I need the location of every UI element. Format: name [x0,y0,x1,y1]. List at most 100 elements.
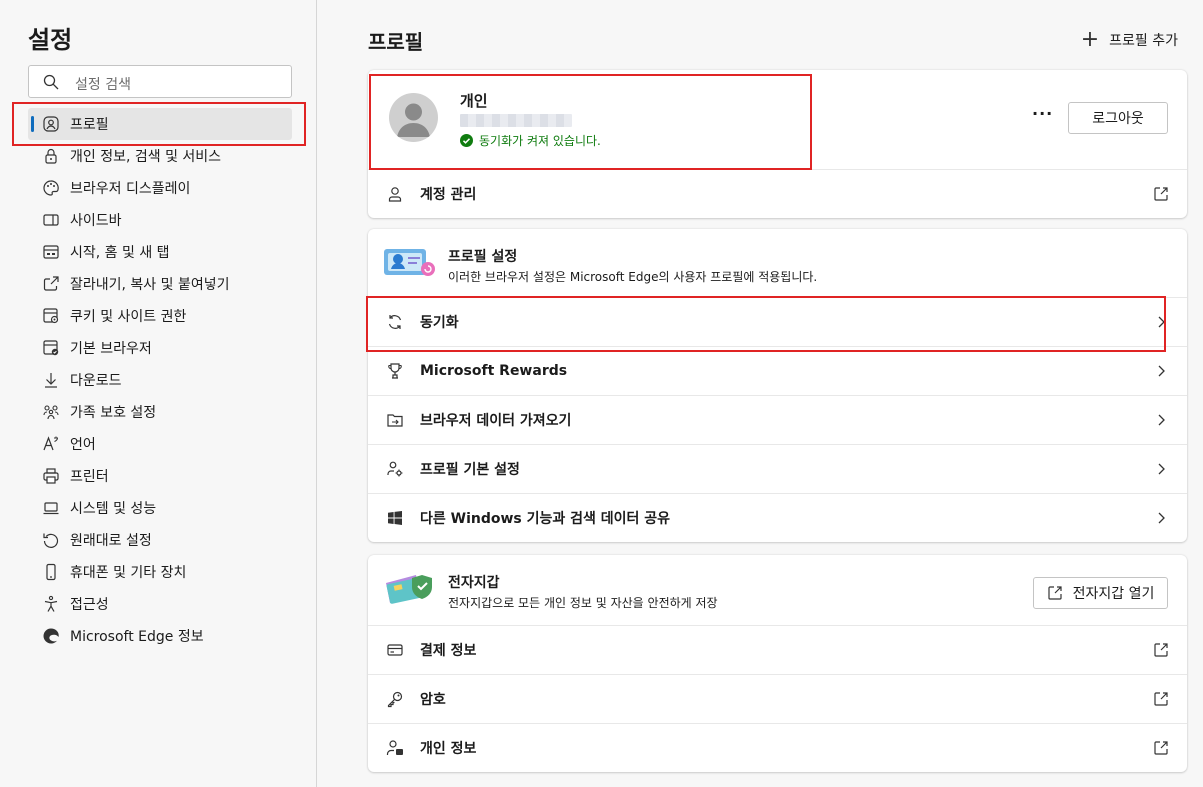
passwords-label: 암호 [420,692,446,708]
rewards-label: Microsoft Rewards [420,363,568,379]
sidebar-item-sidebar[interactable]: 사이드바 [28,204,292,236]
chevron-right-icon [1158,512,1165,524]
download-icon [42,371,60,389]
sidebar-item-languages[interactable]: 언어 [28,428,292,460]
external-link-icon [1154,643,1168,657]
manage-account-row[interactable]: 계정 관리 [368,169,1187,218]
sidebar-item-label: 프로필 [70,117,109,133]
sidebar-item-phone[interactable]: 휴대폰 및 기타 장치 [28,556,292,588]
reset-icon [42,531,60,549]
sidebar-item-label: 쿠키 및 사이트 권한 [70,309,187,325]
check-circle-icon [460,134,473,147]
payment-info-label: 결제 정보 [420,643,477,659]
profile-preferences-icon [386,460,404,478]
external-link-icon [1154,741,1168,755]
add-profile-label: 프로필 추가 [1109,33,1178,49]
wallet-header: 전자지갑 전자지갑으로 모든 개인 정보 및 자산을 안전하게 저장 전자지갑 … [368,555,1187,625]
rewards-row[interactable]: Microsoft Rewards [368,346,1187,395]
edge-icon [42,627,60,645]
family-icon [42,403,60,421]
profile-settings-header: 프로필 설정 이러한 브라우저 설정은 Microsoft Edge의 사용자 … [368,229,1187,297]
profile-header: 개인 동기화가 켜져 있습니다. ··· 로그아웃 [368,70,1187,169]
sidebar-item-default-browser[interactable]: 기본 브라우저 [28,332,292,364]
sidebar-item-accessibility[interactable]: 접근성 [28,588,292,620]
share-icon [42,275,60,293]
accessibility-icon [42,595,60,613]
profile-preferences-row[interactable]: 프로필 기본 설정 [368,444,1187,493]
external-link-icon [1154,692,1168,706]
sidebar-item-system[interactable]: 시스템 및 성능 [28,492,292,524]
sidebar-item-start-home[interactable]: 시작, 홈 및 새 탭 [28,236,292,268]
windows-share-row[interactable]: 다른 Windows 기능과 검색 데이터 공유 [368,493,1187,542]
sidebar-item-privacy[interactable]: 개인 정보, 검색 및 서비스 [28,140,292,172]
logout-button[interactable]: 로그아웃 [1068,102,1168,134]
sync-status: 동기화가 켜져 있습니다. [460,132,601,149]
profile-settings-desc: 이러한 브라우저 설정은 Microsoft Edge의 사용자 프로필에 적용… [448,270,818,284]
sidebar-item-appearance[interactable]: 브라우저 디스플레이 [28,172,292,204]
sync-status-text: 동기화가 켜져 있습니다. [479,134,601,148]
chevron-right-icon [1158,365,1165,377]
open-wallet-button[interactable]: 전자지갑 열기 [1033,577,1168,609]
sidebar-item-label: Microsoft Edge 정보 [70,629,204,645]
home-tab-icon [42,243,60,261]
sidebar-item-label: 언어 [70,437,96,453]
personal-info-row[interactable]: 개인 정보 [368,723,1187,772]
sidebar-item-profile[interactable]: 프로필 [28,108,292,140]
page-title: 프로필 [368,30,424,54]
search-input[interactable]: 설정 검색 [28,65,292,98]
person-icon [386,185,404,203]
profile-name: 개인 [460,92,488,110]
manage-account-label: 계정 관리 [420,187,477,203]
sidebar-item-label: 개인 정보, 검색 및 서비스 [70,149,222,165]
wallet-desc: 전자지갑으로 모든 개인 정보 및 자산을 안전하게 저장 [448,596,718,610]
sidebar-icon [42,211,60,229]
sidebar-item-downloads[interactable]: 다운로드 [28,364,292,396]
open-wallet-label: 전자지갑 열기 [1072,586,1155,602]
phone-icon [42,563,60,581]
external-link-icon [1048,586,1062,600]
sidebar-item-label: 접근성 [70,597,109,613]
payment-info-row[interactable]: 결제 정보 [368,625,1187,674]
laptop-icon [42,499,60,517]
browser-icon [42,339,60,357]
wallet-card: 전자지갑 전자지갑으로 모든 개인 정보 및 자산을 안전하게 저장 전자지갑 … [368,555,1187,772]
profile-settings-card: 프로필 설정 이러한 브라우저 설정은 Microsoft Edge의 사용자 … [368,229,1187,542]
add-profile-button[interactable]: + 프로필 추가 [1081,29,1178,51]
printer-icon [42,467,60,485]
sidebar: 설정 설정 검색 프로필 개인 정보, 검색 및 서비스 브라우저 디스플레이 … [0,0,317,787]
lock-icon [42,147,60,165]
wallet-title: 전자지갑 [448,575,500,591]
key-icon [386,690,404,708]
search-placeholder: 설정 검색 [75,77,131,93]
windows-icon [386,509,404,527]
sidebar-item-reset[interactable]: 원래대로 설정 [28,524,292,556]
external-link-icon [1154,187,1168,201]
sidebar-item-label: 시작, 홈 및 새 탭 [70,245,170,261]
windows-share-label: 다른 Windows 기능과 검색 데이터 공유 [420,511,671,527]
profile-icon [42,115,60,133]
sidebar-item-label: 사이드바 [70,213,122,229]
profile-settings-illustration-icon [384,249,435,276]
wallet-illustration-icon [386,575,432,604]
sidebar-item-label: 기본 브라우저 [70,341,152,357]
credit-card-icon [386,641,404,659]
profile-preferences-label: 프로필 기본 설정 [420,462,520,478]
sidebar-item-about-edge[interactable]: Microsoft Edge 정보 [28,620,292,652]
sidebar-item-family[interactable]: 가족 보호 설정 [28,396,292,428]
profile-settings-title: 프로필 설정 [448,249,518,265]
more-options-button[interactable]: ··· [1032,104,1053,123]
sidebar-item-cookies[interactable]: 쿠키 및 사이트 권한 [28,300,292,332]
import-data-label: 브라우저 데이터 가져오기 [420,413,572,429]
import-data-row[interactable]: 브라우저 데이터 가져오기 [368,395,1187,444]
trophy-icon [386,362,404,380]
sidebar-item-share-copy[interactable]: 잘라내기, 복사 및 붙여넣기 [28,268,292,300]
sidebar-item-label: 시스템 및 성능 [70,501,157,517]
sidebar-item-printers[interactable]: 프린터 [28,460,292,492]
sidebar-nav: 프로필 개인 정보, 검색 및 서비스 브라우저 디스플레이 사이드바 시작, … [28,108,292,652]
sync-row[interactable]: 동기화 [368,297,1187,346]
sidebar-item-label: 다운로드 [70,373,122,389]
main-content: 프로필 + 프로필 추가 개인 동기화가 켜져 있습니다. ··· 로그아웃 계… [318,0,1203,787]
sidebar-item-label: 휴대폰 및 기타 장치 [70,565,187,581]
sidebar-item-label: 프린터 [70,469,109,485]
passwords-row[interactable]: 암호 [368,674,1187,723]
